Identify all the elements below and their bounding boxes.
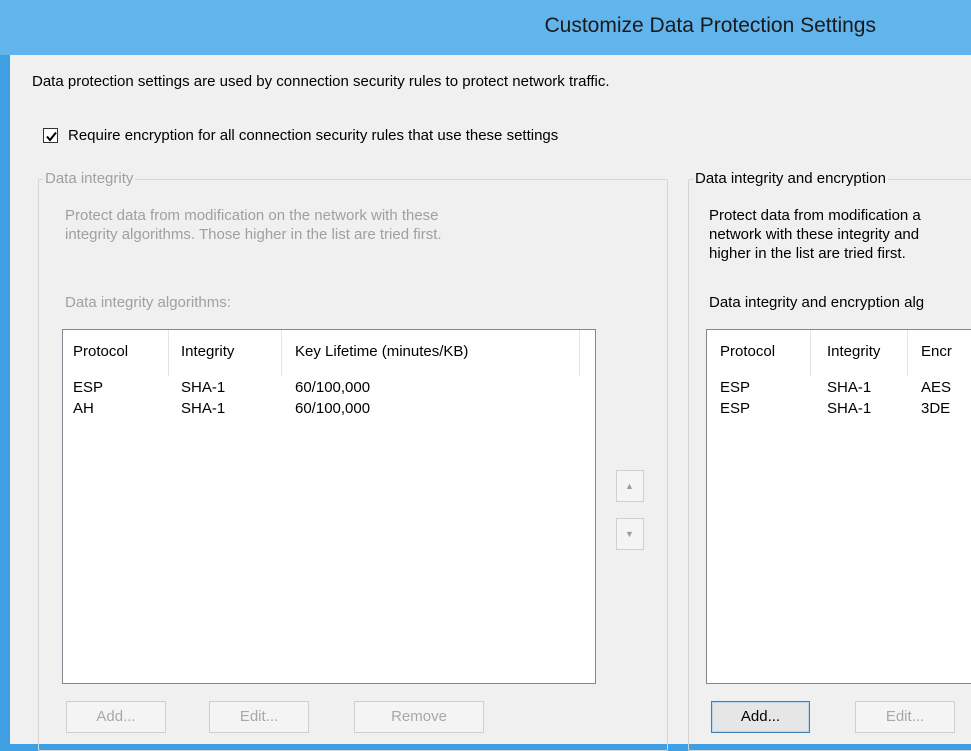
- data-encryption-desc-line3: higher in the list are tried first.: [709, 245, 906, 262]
- column-divider[interactable]: [168, 330, 169, 376]
- dialog-description: Data protection settings are used by con…: [32, 73, 610, 90]
- triangle-down-icon: ▼: [625, 529, 634, 539]
- move-down-button[interactable]: ▼: [616, 518, 644, 550]
- move-up-button[interactable]: ▲: [616, 470, 644, 502]
- cell-integrity: SHA-1: [827, 400, 872, 417]
- cell-key-lifetime: 60/100,000: [295, 400, 371, 417]
- checkmark-icon: [46, 131, 57, 142]
- integrity-edit-button[interactable]: Edit...: [209, 701, 309, 733]
- column-divider[interactable]: [579, 330, 580, 376]
- data-integrity-group: Data integrity Protect data from modific…: [38, 170, 668, 751]
- column-header-encryption[interactable]: Encr: [921, 343, 952, 360]
- cell-encryption: 3DE: [921, 400, 951, 417]
- column-divider[interactable]: [810, 330, 811, 376]
- column-header-integrity[interactable]: Integrity: [181, 343, 234, 360]
- cell-protocol: ESP: [73, 379, 104, 396]
- data-integrity-desc-line2: integrity algorithms. Those higher in th…: [65, 226, 442, 243]
- encryption-add-button[interactable]: Add...: [711, 701, 810, 733]
- data-integrity-legend: Data integrity: [43, 170, 136, 187]
- dialog-body: Data protection settings are used by con…: [10, 55, 971, 751]
- data-encryption-desc-line2: network with these integrity and: [709, 226, 920, 243]
- title-bar[interactable]: Customize Data Protection Settings: [0, 0, 971, 55]
- column-header-integrity[interactable]: Integrity: [827, 343, 880, 360]
- column-header-protocol[interactable]: Protocol: [720, 343, 775, 360]
- cell-key-lifetime: 60/100,000: [295, 379, 371, 396]
- table-row[interactable]: ESP SHA-1 60/100,000: [63, 379, 595, 401]
- data-integrity-listview[interactable]: Protocol Integrity Key Lifetime (minutes…: [62, 329, 596, 684]
- cell-protocol: ESP: [720, 379, 751, 396]
- listview-header: Protocol Integrity Key Lifetime (minutes…: [63, 330, 595, 377]
- triangle-up-icon: ▲: [625, 481, 634, 491]
- listview-header: Protocol Integrity Encr: [707, 330, 971, 377]
- column-divider[interactable]: [281, 330, 282, 376]
- data-encryption-list-label: Data integrity and encryption alg: [709, 294, 925, 311]
- integrity-remove-button[interactable]: Remove: [354, 701, 484, 733]
- column-divider[interactable]: [907, 330, 908, 376]
- column-header-protocol[interactable]: Protocol: [73, 343, 128, 360]
- data-encryption-legend: Data integrity and encryption: [693, 170, 888, 187]
- data-encryption-group: Data integrity and encryption Protect da…: [688, 170, 971, 751]
- cell-integrity: SHA-1: [181, 400, 226, 417]
- cell-protocol: AH: [73, 400, 94, 417]
- require-encryption-label: Require encryption for all connection se…: [68, 127, 559, 144]
- table-row[interactable]: ESP SHA-1 AES: [707, 379, 971, 401]
- data-integrity-desc-line1: Protect data from modification on the ne…: [65, 207, 439, 224]
- require-encryption-checkbox[interactable]: [43, 128, 58, 143]
- cell-protocol: ESP: [720, 400, 751, 417]
- cell-integrity: SHA-1: [181, 379, 226, 396]
- data-encryption-listview[interactable]: Protocol Integrity Encr ESP SHA-1 AES ES…: [706, 329, 971, 684]
- table-row[interactable]: ESP SHA-1 3DE: [707, 400, 971, 422]
- encryption-edit-button[interactable]: Edit...: [855, 701, 955, 733]
- table-row[interactable]: AH SHA-1 60/100,000: [63, 400, 595, 422]
- cell-integrity: SHA-1: [827, 379, 872, 396]
- integrity-add-button[interactable]: Add...: [66, 701, 166, 733]
- window-title: Customize Data Protection Settings: [544, 14, 877, 37]
- data-integrity-list-label: Data integrity algorithms:: [65, 294, 231, 311]
- column-header-key-lifetime[interactable]: Key Lifetime (minutes/KB): [295, 343, 468, 360]
- data-encryption-desc-line1: Protect data from modification a: [709, 207, 921, 224]
- cell-encryption: AES: [921, 379, 952, 396]
